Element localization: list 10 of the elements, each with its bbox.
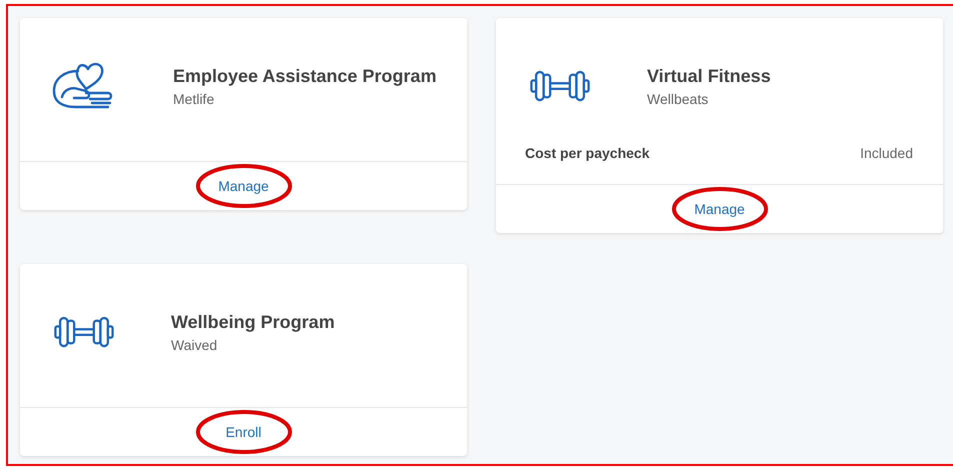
detail-label: Cost per paycheck	[525, 144, 650, 163]
dumbbell-icon	[530, 69, 590, 103]
card-title: Employee Assistance Program	[173, 66, 436, 86]
detail-value: Included	[860, 144, 913, 163]
card-subtitle: Wellbeats	[647, 90, 710, 106]
card-title: Virtual Fitness	[647, 66, 771, 86]
card-subtitle: Waived	[171, 336, 218, 352]
card-subtitle: Metlife	[173, 90, 216, 106]
dumbbell-icon	[54, 315, 114, 349]
card-title: Wellbeing Program	[171, 312, 335, 332]
